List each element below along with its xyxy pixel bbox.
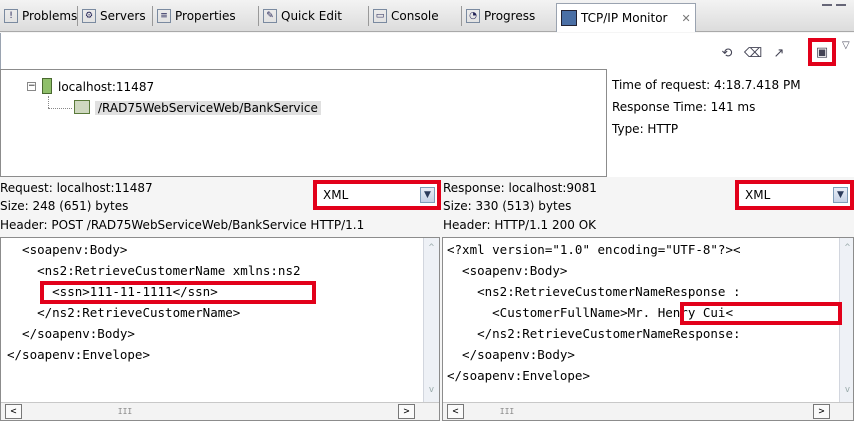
tab-separator	[258, 6, 259, 26]
response-line: <ns2:RetrieveCustomerNameResponse :	[447, 284, 741, 299]
request-line: </soapenv:Body>	[7, 326, 135, 341]
request-line: <soapenv:Body>	[7, 242, 128, 257]
response-line: <?xml version="1.0" encoding="UTF-8"?><	[447, 242, 741, 257]
show-header-toggle-icon[interactable]: ▣	[813, 43, 831, 61]
request-host: Request: localhost:11487	[0, 181, 153, 195]
tree-connector	[48, 96, 49, 108]
scroll-down-icon[interactable]: v	[424, 382, 439, 398]
ssn-highlight-box	[40, 281, 316, 304]
response-format-select[interactable]: XML ▼	[735, 180, 854, 210]
collapse-icon[interactable]: −	[27, 82, 36, 91]
tree-request-node[interactable]: /RAD75WebServiceWeb/BankService	[95, 101, 321, 115]
server-icon	[42, 78, 52, 94]
scroll-down-icon[interactable]: v	[840, 382, 853, 398]
history-icon[interactable]: ⟲	[718, 44, 736, 62]
tab-progress[interactable]: ◔ Progress	[466, 6, 535, 26]
console-icon: ▭	[373, 9, 387, 23]
response-line: </soapenv:Body>	[447, 347, 575, 362]
request-type: Type: HTTP	[612, 122, 679, 136]
response-size: Size: 330 (513) bytes	[443, 199, 572, 213]
tab-servers[interactable]: ⚙ Servers	[82, 6, 146, 26]
tab-separator	[368, 6, 369, 26]
tab-console[interactable]: ▭ Console	[373, 6, 439, 26]
request-vertical-scrollbar[interactable]: ^ v	[423, 238, 439, 402]
tab-problems[interactable]: ! Problems	[4, 6, 77, 26]
response-host: Response: localhost:9081	[443, 181, 597, 195]
scroll-thumb[interactable]: III	[467, 405, 547, 418]
tab-separator	[77, 6, 78, 26]
tree-connector	[48, 108, 72, 109]
problems-icon: !	[4, 9, 18, 23]
view-menu-icon[interactable]: ▽	[842, 40, 850, 51]
time-of-request: Time of request: 4:18.7.418 PM	[612, 78, 801, 92]
request-size: Size: 248 (651) bytes	[0, 199, 129, 213]
tree-server-node[interactable]: localhost:11487	[58, 80, 154, 94]
tab-tcpip-monitor[interactable]: TCP/IP Monitor ✕	[556, 3, 696, 32]
maximize-icon[interactable]	[836, 4, 846, 16]
properties-icon: ≡	[157, 9, 171, 23]
window-controls[interactable]	[822, 4, 854, 24]
response-line: </ns2:RetrieveCustomerNameResponse:	[447, 326, 741, 341]
response-content-pane[interactable]: <?xml version="1.0" encoding="UTF-8"?>< …	[442, 237, 854, 421]
tab-separator	[152, 6, 153, 26]
scroll-right-icon[interactable]: >	[813, 404, 830, 419]
scroll-thumb[interactable]: III	[25, 405, 225, 418]
request-content-pane[interactable]: <soapenv:Body> <ns2:RetrieveCustomerName…	[0, 237, 440, 421]
request-header-line: Header: POST /RAD75WebServiceWeb/BankSer…	[0, 218, 365, 232]
request-line: </soapenv:Envelope>	[7, 347, 150, 362]
scroll-up-icon[interactable]: ^	[840, 240, 853, 256]
response-line: <soapenv:Body>	[447, 263, 568, 278]
response-time: Response Time: 141 ms	[612, 100, 756, 114]
tab-separator	[461, 6, 462, 26]
scroll-left-icon[interactable]: <	[5, 404, 22, 419]
tab-quick-edit[interactable]: ✎ Quick Edit	[263, 6, 342, 26]
close-tab-icon[interactable]: ✕	[682, 12, 691, 25]
request-format-select[interactable]: XML ▼	[313, 180, 441, 210]
servers-icon: ⚙	[82, 9, 96, 23]
progress-icon: ◔	[466, 9, 480, 23]
response-horizontal-scrollbar[interactable]: < III >	[443, 402, 853, 420]
chevron-down-icon: ▼	[420, 187, 435, 203]
response-header-line: Header: HTTP/1.1 200 OK	[443, 218, 597, 232]
request-line: </ns2:RetrieveCustomerName>	[7, 305, 241, 320]
customer-name-highlight-box	[680, 302, 842, 325]
chevron-down-icon: ▼	[833, 187, 848, 203]
response-line: </soapenv:Envelope>	[447, 368, 590, 383]
export-icon[interactable]: ↗	[770, 44, 788, 62]
request-line: <ns2:RetrieveCustomerName xmlns:ns2	[7, 263, 301, 278]
request-horizontal-scrollbar[interactable]: < III >	[1, 402, 439, 420]
scroll-up-icon[interactable]: ^	[424, 240, 439, 256]
request-icon	[74, 100, 90, 114]
tcpip-monitor-icon	[561, 10, 577, 26]
quick-edit-icon: ✎	[263, 9, 277, 23]
clear-icon[interactable]: ⌫	[744, 44, 762, 62]
tab-properties[interactable]: ≡ Properties	[157, 6, 236, 26]
minimize-icon[interactable]	[822, 4, 832, 16]
scroll-right-icon[interactable]: >	[398, 404, 415, 419]
scroll-left-icon[interactable]: <	[447, 404, 464, 419]
